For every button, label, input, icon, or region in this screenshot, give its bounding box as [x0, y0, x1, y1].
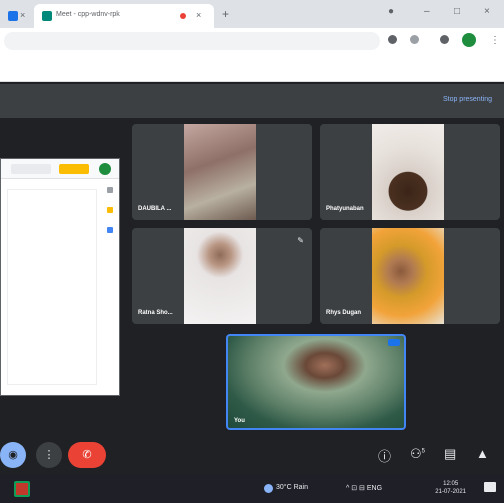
weather-icon	[264, 484, 273, 493]
participant-video	[372, 228, 444, 324]
system-tray[interactable]: ^ ⊡ ⊟ ENG	[346, 484, 382, 492]
presentation-bar: Stop presenting	[0, 84, 504, 118]
new-tab-button[interactable]: +	[222, 7, 229, 21]
participant-video	[184, 228, 256, 324]
meet-stage: DAUBILA ... Phatyunaban ✎ Ratna Sho... R…	[0, 118, 504, 436]
tab-close-icon[interactable]: ×	[196, 10, 201, 20]
pinned-app-icon[interactable]	[14, 481, 30, 497]
browser-menu-icon[interactable]: ⋮	[490, 35, 500, 46]
participant-tile[interactable]: DAUBILA ...	[132, 124, 312, 220]
self-video	[228, 336, 404, 428]
participant-name: Phatyunaban	[326, 206, 364, 212]
shared-side-icon	[107, 227, 113, 233]
people-icon: ⚇	[410, 446, 422, 461]
people-count: 5	[421, 448, 425, 455]
shared-chip-highlight	[59, 164, 89, 174]
tab-close-icon[interactable]: ×	[20, 10, 25, 20]
shared-document-page	[7, 189, 97, 385]
shared-chip	[11, 164, 51, 174]
extension-icon[interactable]	[440, 35, 449, 44]
tab-meet[interactable]: Meet - cpp-wdnv-rpk ×	[34, 4, 214, 28]
shared-window-toolbar	[1, 159, 119, 179]
window-close-button[interactable]: ×	[484, 6, 490, 17]
tab-favicon-icon	[8, 11, 18, 21]
self-name: You	[234, 418, 245, 424]
chat-button[interactable]: ▤	[444, 446, 456, 462]
people-button[interactable]: ⚇5	[410, 446, 425, 462]
maximize-button[interactable]: □	[454, 6, 460, 17]
taskbar-clock[interactable]: 12:05 21-07-2021	[435, 480, 466, 496]
weather-text[interactable]: 30°C Rain	[276, 484, 308, 491]
call-controls: ◉ ⋮ ✆ ⓘ ⚇5 ▤ ▲	[0, 436, 504, 474]
bookmarks-bar	[0, 54, 504, 82]
participant-name: Rhys Dugan	[326, 310, 362, 316]
activities-button[interactable]: ▲	[476, 446, 489, 461]
shared-side-icon	[107, 207, 113, 213]
minimize-button[interactable]: –	[424, 6, 430, 17]
participant-name: DAUBILA ...	[138, 206, 172, 212]
browser-toolbar: ⋮	[0, 28, 504, 54]
pin-icon[interactable]: ✎	[297, 236, 304, 245]
screen: × Meet - cpp-wdnv-rpk × + ● – □ × ⋮ Stop…	[0, 0, 504, 503]
address-bar[interactable]	[4, 32, 380, 50]
shared-screen-preview	[0, 158, 120, 396]
profile-avatar-icon[interactable]	[462, 33, 476, 47]
more-options-button[interactable]: ⋮	[36, 442, 62, 468]
meeting-info-button[interactable]: ⓘ	[378, 446, 391, 465]
participant-name: Ratna Sho...	[138, 310, 173, 316]
shared-side-icon	[107, 187, 113, 193]
participant-video	[372, 124, 444, 220]
settings-dot-icon[interactable]: ●	[388, 6, 394, 17]
camera-permission-icon[interactable]	[388, 35, 397, 44]
participant-tile[interactable]: ✎ Ratna Sho...	[132, 228, 312, 324]
shared-avatar-icon	[99, 163, 111, 175]
camera-button[interactable]: ◉	[0, 442, 26, 468]
participant-video	[184, 124, 256, 220]
self-view-tile[interactable]: You	[226, 334, 406, 430]
meet-favicon-icon	[42, 11, 52, 21]
tab-previous[interactable]: ×	[2, 4, 32, 28]
end-call-button[interactable]: ✆	[68, 442, 106, 468]
recording-dot-icon	[180, 13, 186, 19]
browser-tab-strip: × Meet - cpp-wdnv-rpk × + ● – □ ×	[0, 0, 504, 28]
notification-icon[interactable]	[484, 482, 496, 492]
participant-tile[interactable]: Phatyunaban	[320, 124, 500, 220]
stop-presenting-button[interactable]: Stop presenting	[443, 96, 492, 103]
participant-tile[interactable]: Rhys Dugan	[320, 228, 500, 324]
bookmark-icon[interactable]	[410, 35, 419, 44]
self-view-badge	[388, 339, 400, 346]
clock-time: 12:05	[443, 481, 459, 487]
tab-title: Meet - cpp-wdnv-rpk	[56, 11, 120, 18]
clock-date: 21-07-2021	[435, 489, 466, 495]
windows-taskbar: 30°C Rain ^ ⊡ ⊟ ENG 12:05 21-07-2021	[0, 474, 504, 503]
